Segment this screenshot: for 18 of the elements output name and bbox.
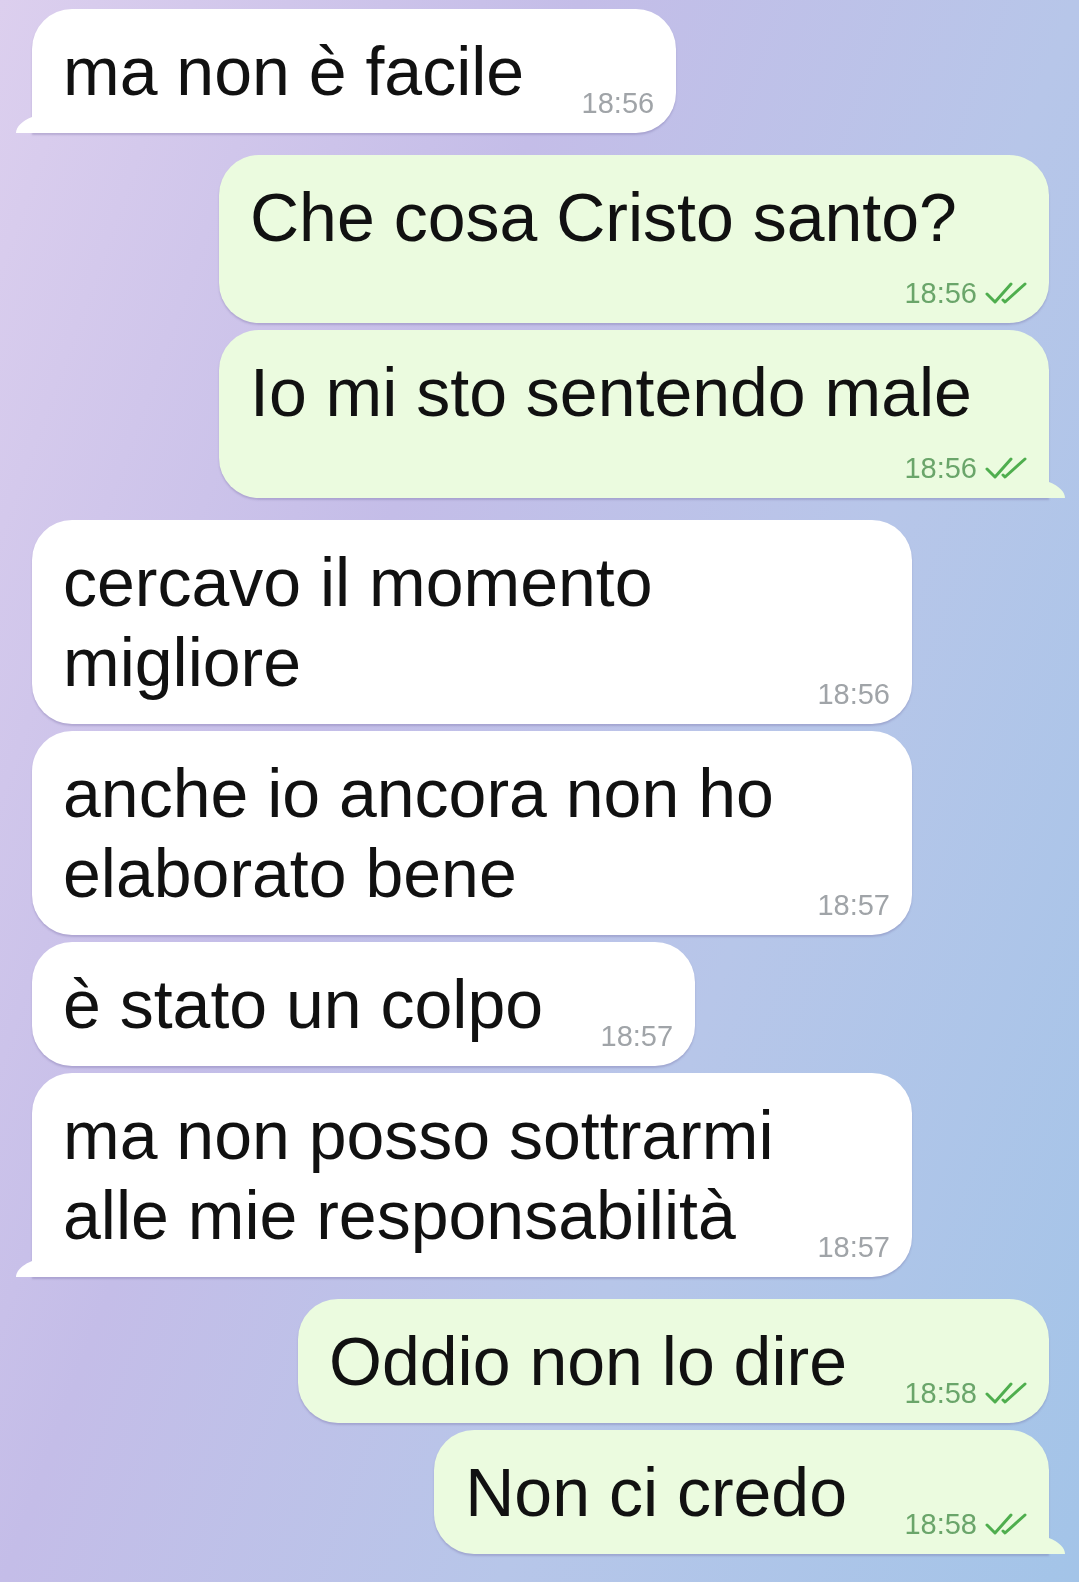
message-text: Che cosa Cristo santo? — [250, 179, 957, 255]
message-text: Oddio non lo dire — [329, 1323, 847, 1399]
message-time: 18:56 — [904, 276, 977, 311]
message-text: è stato un colpo — [63, 966, 544, 1042]
message-text: Non ci credo — [465, 1454, 847, 1530]
message-text: cercavo il momento migliore — [63, 544, 653, 700]
message-time: 18:57 — [817, 1230, 890, 1265]
message-text: ma non posso sottrarmi alle mie responsabilità — [63, 1097, 774, 1253]
message-time: 18:56 — [904, 451, 977, 486]
message-time: 18:58 — [904, 1376, 977, 1411]
message-time: 18:58 — [904, 1507, 977, 1542]
message-time: 18:56 — [581, 86, 655, 121]
message-time: 18:57 — [600, 1019, 674, 1054]
message-text: Io mi sto sentendo male — [250, 354, 972, 430]
message-time: 18:56 — [817, 677, 890, 712]
message-text: ma non è facile — [63, 33, 525, 109]
message-time: 18:57 — [817, 888, 890, 923]
message-text: anche io ancora non ho elaborato bene — [63, 755, 774, 911]
